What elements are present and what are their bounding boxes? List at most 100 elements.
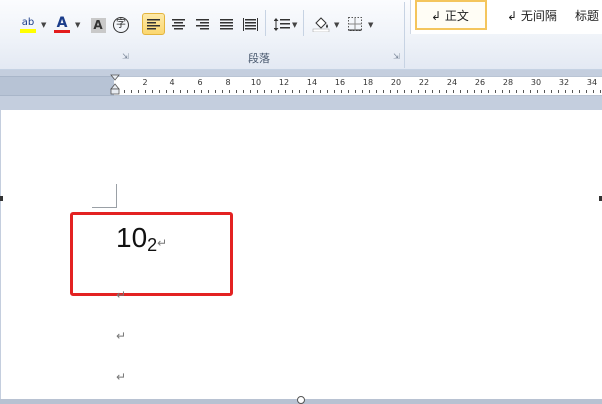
highlight-color-bar bbox=[20, 28, 36, 33]
ruler-label: 12 bbox=[278, 78, 290, 87]
line-spacing-button[interactable] bbox=[271, 13, 293, 35]
ruler-tick bbox=[187, 90, 188, 93]
ruler-tick bbox=[369, 90, 370, 93]
ruler-label: 2 bbox=[142, 78, 148, 87]
ruler-tick bbox=[537, 90, 538, 93]
ruler-tick bbox=[383, 90, 384, 93]
ruler-tick bbox=[530, 90, 531, 93]
text-highlight-color-button[interactable]: ab bbox=[18, 14, 38, 36]
ruler-tick bbox=[292, 90, 293, 93]
character-shading-icon: A bbox=[90, 17, 106, 33]
ruler-tick bbox=[320, 90, 321, 93]
ruler-tick bbox=[418, 90, 419, 93]
paragraph-mark: ↵ bbox=[116, 288, 127, 302]
ruler-tick bbox=[166, 90, 167, 93]
align-center-button[interactable] bbox=[167, 13, 189, 35]
shading-button[interactable] bbox=[310, 13, 332, 35]
ruler-label: 28 bbox=[502, 78, 514, 87]
ruler-label: 26 bbox=[474, 78, 486, 87]
highlight-icon: ab bbox=[21, 16, 35, 28]
ruler-tick bbox=[572, 90, 573, 93]
ruler-tick bbox=[432, 90, 433, 93]
borders-button[interactable] bbox=[344, 13, 366, 35]
borders-icon bbox=[348, 17, 362, 31]
margin-corner-mark bbox=[92, 207, 117, 208]
ruler-tick bbox=[131, 90, 132, 93]
borders-dropdown-icon[interactable]: ▼ bbox=[368, 21, 373, 29]
ruler-tick bbox=[425, 90, 426, 93]
align-left-icon bbox=[147, 18, 160, 29]
ruler-tick bbox=[257, 90, 258, 93]
ribbon-left-edge bbox=[0, 14, 6, 36]
indent-marker-icon[interactable] bbox=[110, 74, 120, 96]
ruler-tick bbox=[376, 90, 377, 93]
font-color-button[interactable]: A bbox=[52, 14, 72, 36]
annotation-highlight-box bbox=[70, 212, 233, 296]
distributed-align-button[interactable] bbox=[239, 13, 261, 35]
ruler-tick bbox=[159, 90, 160, 93]
ruler-tick bbox=[565, 90, 566, 93]
font-color-bar bbox=[54, 30, 70, 33]
scroll-handle[interactable] bbox=[297, 396, 305, 404]
ruler-label: 10 bbox=[250, 78, 262, 87]
style-normal[interactable]: ↲ 正文 bbox=[415, 0, 487, 30]
ruler-tick bbox=[299, 90, 300, 93]
ruler-tick bbox=[509, 90, 510, 93]
ruler-tick bbox=[397, 90, 398, 93]
styles-gallery: ↲ 正文 ↲ 无间隔 标题 bbox=[410, 0, 602, 34]
ruler-tick bbox=[222, 90, 223, 93]
ruler-tick bbox=[355, 90, 356, 93]
align-right-button[interactable] bbox=[191, 13, 213, 35]
font-dialog-launcher-icon[interactable]: ⇲ bbox=[122, 52, 129, 61]
line-spacing-dropdown-icon[interactable]: ▼ bbox=[292, 21, 297, 29]
ruler-tick bbox=[481, 90, 482, 93]
ruler-tick bbox=[285, 90, 286, 93]
margin-corner-mark bbox=[116, 184, 117, 207]
ribbon-separator bbox=[265, 10, 266, 36]
ruler-tick bbox=[145, 90, 146, 93]
ruler-tick bbox=[488, 90, 489, 93]
shading-dropdown-icon[interactable]: ▼ bbox=[334, 21, 339, 29]
style-heading[interactable]: 标题 bbox=[575, 0, 602, 30]
align-right-icon bbox=[195, 18, 209, 29]
enclose-characters-button[interactable]: 字 bbox=[110, 14, 132, 36]
justify-button[interactable] bbox=[215, 13, 237, 35]
ruler-label: 14 bbox=[306, 78, 318, 87]
ruler-tick bbox=[201, 90, 202, 93]
ruler-tick bbox=[334, 90, 335, 93]
word-window: ab ▼ A ▼ A 字 ▼ ▼ ▼ 段落 ⇲ ⇲ ↲ 正文 ↲ 无间隔 标题 … bbox=[0, 0, 602, 404]
ruler-tick bbox=[271, 90, 272, 93]
character-shading-button[interactable]: A bbox=[88, 14, 108, 36]
paragraph-dialog-launcher-icon[interactable]: ⇲ bbox=[393, 52, 400, 61]
ruler-tick bbox=[208, 90, 209, 93]
ruler-label: 20 bbox=[390, 78, 402, 87]
ruler-tick bbox=[411, 90, 412, 93]
font-color-dropdown-icon[interactable]: ▼ bbox=[75, 21, 80, 29]
ruler-tick bbox=[278, 90, 279, 93]
align-left-button[interactable] bbox=[142, 13, 165, 35]
ruler-tick bbox=[474, 90, 475, 93]
style-no-spacing-label: ↲ 无间隔 bbox=[507, 8, 557, 23]
ruler-label: 16 bbox=[334, 78, 346, 87]
ruler-tick bbox=[516, 90, 517, 93]
highlight-dropdown-icon[interactable]: ▼ bbox=[41, 21, 46, 29]
ruler-tick bbox=[467, 90, 468, 93]
style-no-spacing[interactable]: ↲ 无间隔 bbox=[499, 0, 573, 30]
ruler-tick bbox=[313, 90, 314, 93]
ruler-tick bbox=[194, 90, 195, 93]
ruler-tick bbox=[229, 90, 230, 93]
ruler-tick bbox=[236, 90, 237, 93]
ruler-label: 30 bbox=[530, 78, 542, 87]
ruler-tick bbox=[306, 90, 307, 93]
paragraph-group-label: 段落 bbox=[248, 52, 270, 65]
ruler-left-margin bbox=[0, 76, 114, 96]
ruler-tick bbox=[586, 90, 587, 93]
ruler-tick bbox=[215, 90, 216, 93]
left-edge-marker bbox=[0, 196, 3, 201]
ruler-label: 6 bbox=[197, 78, 203, 87]
enclose-characters-icon: 字 bbox=[113, 17, 129, 33]
ruler-tick bbox=[348, 90, 349, 93]
ruler-tick bbox=[558, 90, 559, 93]
style-heading-label: 标题 bbox=[575, 8, 600, 23]
ruler-tick bbox=[173, 90, 174, 93]
